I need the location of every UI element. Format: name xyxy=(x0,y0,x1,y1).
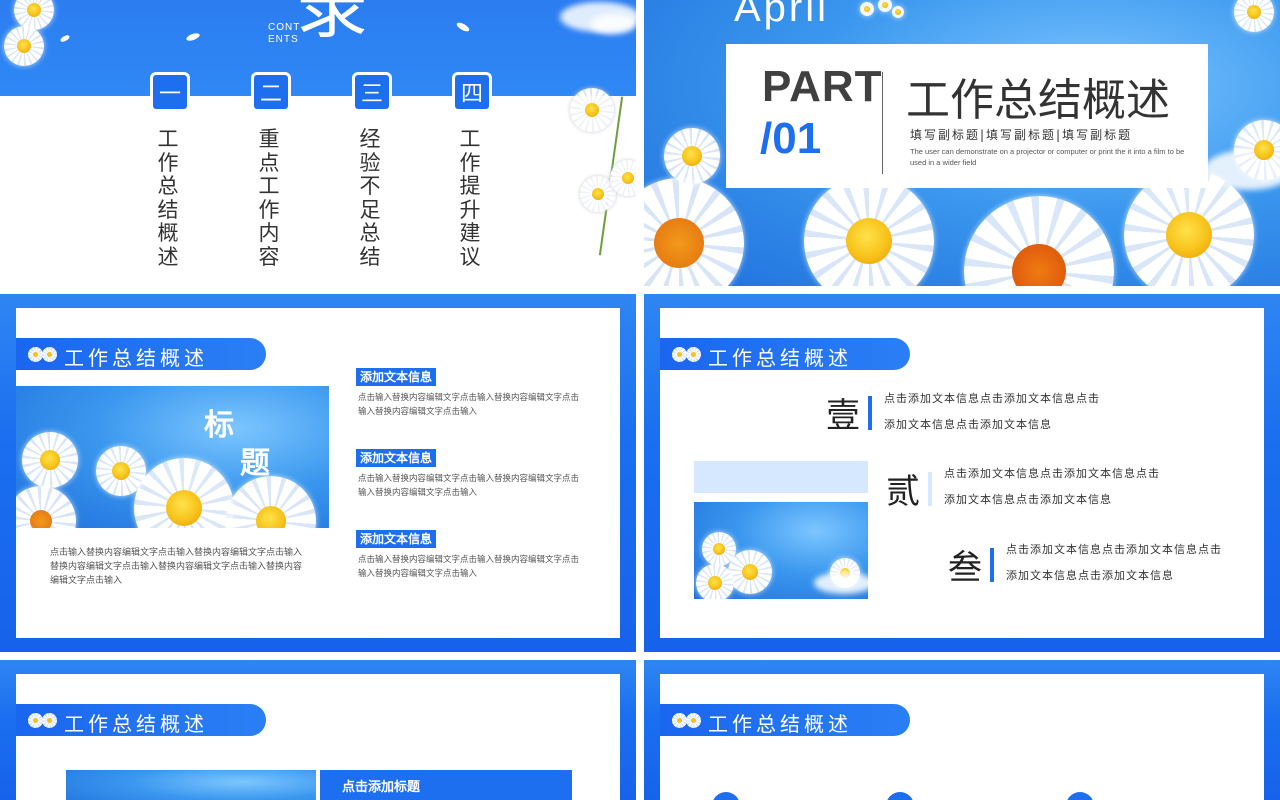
item-2-line-1[interactable]: 点击添加文本信息点击添加文本信息点击 xyxy=(944,461,1160,487)
content-frame: 工作总结概述 标 题 点击输入替换内容编辑文字点击输入替换内容编辑文字点击输入替… xyxy=(16,308,620,638)
flower-icon xyxy=(686,713,701,728)
left-body-text[interactable]: 点击输入替换内容编辑文字点击输入替换内容编辑文字点击输入替换内容编辑文字点击输入… xyxy=(50,546,306,588)
daisy-icon xyxy=(570,88,614,132)
heading-block: 点击添加标题 xyxy=(320,770,572,800)
image-title-1[interactable]: 标 xyxy=(204,400,234,444)
daisy-icon xyxy=(964,196,1114,286)
info-text-3[interactable]: 点击输入替换内容编辑文字点击输入替换内容编辑文字点击输入替换内容编辑文字点击输入 xyxy=(358,553,580,581)
image-block xyxy=(66,770,316,800)
step-number-2[interactable]: 2 xyxy=(886,792,914,800)
part-title[interactable]: 工作总结概述 xyxy=(906,64,1170,128)
part-card: PART /01 工作总结概述 填写副标题|填写副标题|填写副标题 The us… xyxy=(726,44,1208,188)
info-tag-2[interactable]: 添加文本信息 xyxy=(356,449,437,467)
contents-num-4[interactable]: 四 xyxy=(452,72,492,112)
flower-icon xyxy=(672,347,687,362)
section-title[interactable]: 工作总结概述 xyxy=(708,342,852,371)
contents-num-1[interactable]: 一 xyxy=(150,72,190,112)
section-title[interactable]: 工作总结概述 xyxy=(708,708,852,737)
part-label: PART xyxy=(762,62,883,111)
info-text-1[interactable]: 点击输入替换内容编辑文字点击输入替换内容编辑文字点击输入替换内容编辑文字点击输入 xyxy=(358,391,580,419)
section-header: 工作总结概述 xyxy=(660,338,910,370)
contents-item-1[interactable]: 工作总结概述 xyxy=(156,127,180,269)
step-number-3[interactable]: 3 xyxy=(1066,792,1094,800)
accent-bar xyxy=(928,472,932,506)
daisy-icon xyxy=(860,2,874,16)
part-subtitle[interactable]: 填写副标题|填写副标题|填写副标题 xyxy=(910,126,1132,143)
light-blue-block xyxy=(694,461,868,493)
slide-image-text[interactable]: 工作总结概述 标 题 点击输入替换内容编辑文字点击输入替换内容编辑文字点击输入替… xyxy=(0,294,636,652)
daisy-image xyxy=(694,502,868,599)
slide-contents[interactable]: CONT ENTS 录 一 二 三 四 工作总结概述 重点工作内容 经验不足总结… xyxy=(0,0,636,286)
section-title[interactable]: 工作总结概述 xyxy=(64,342,208,371)
daisy-icon xyxy=(878,0,892,12)
item-2-line-2[interactable]: 添加文本信息点击添加文本信息 xyxy=(944,487,1112,513)
accent-bar xyxy=(990,548,994,582)
section-header: 工作总结概述 xyxy=(16,338,266,370)
info-text-2[interactable]: 点击输入替换内容编辑文字点击输入替换内容编辑文字点击输入替换内容编辑文字点击输入 xyxy=(358,472,580,500)
flower-icon xyxy=(42,713,57,728)
contents-num-3[interactable]: 三 xyxy=(352,72,392,112)
daisy-icon xyxy=(4,26,44,66)
step-number-1[interactable]: 1 xyxy=(712,792,740,800)
daisy-icon xyxy=(1234,0,1274,32)
contents-num-2[interactable]: 二 xyxy=(251,72,291,112)
section-header: 工作总结概述 xyxy=(16,704,266,736)
item-1-line-2[interactable]: 添加文本信息点击添加文本信息 xyxy=(884,412,1052,438)
flower-icon xyxy=(686,347,701,362)
flower-icon xyxy=(672,713,687,728)
daisy-icon xyxy=(664,128,720,184)
slide-part-01[interactable]: April PART /01 工作总结概述 填写副标题|填写副标题|填写副标题 … xyxy=(644,0,1280,286)
info-tag-3[interactable]: 添加文本信息 xyxy=(356,530,437,548)
slide-numbered-list[interactable]: 工作总结概述 壹 点击添加文本信息点击添加文本信息点击 添加文本信息点击添加文本… xyxy=(644,294,1280,652)
contents-title-char: 录 xyxy=(296,0,369,48)
april-heading: April xyxy=(734,0,830,30)
content-frame: 工作总结概述 1 2 3 xyxy=(660,674,1264,800)
contents-item-3[interactable]: 经验不足总结 xyxy=(358,127,382,269)
title-image: 标 题 xyxy=(16,386,329,528)
flower-icon xyxy=(28,713,43,728)
num-char-1: 壹 xyxy=(826,396,860,436)
flower-icon xyxy=(28,347,43,362)
num-char-3: 叁 xyxy=(948,548,982,588)
info-tag-1[interactable]: 添加文本信息 xyxy=(356,368,437,386)
part-description[interactable]: The user can demonstrate on a projector … xyxy=(910,146,1200,168)
contents-item-4[interactable]: 工作提升建议 xyxy=(458,127,482,269)
header-band: CONT ENTS 录 xyxy=(0,0,636,96)
content-frame: 工作总结概述 点击添加标题 xyxy=(16,674,620,800)
item-3-line-2[interactable]: 添加文本信息点击添加文本信息 xyxy=(1006,563,1174,589)
accent-bar xyxy=(868,396,872,430)
divider xyxy=(882,72,883,174)
daisy-icon xyxy=(644,178,744,286)
section-header: 工作总结概述 xyxy=(660,704,910,736)
slide-heading-block[interactable]: 工作总结概述 点击添加标题 xyxy=(0,660,636,800)
slide-steps[interactable]: 工作总结概述 1 2 3 xyxy=(644,660,1280,800)
flower-icon xyxy=(42,347,57,362)
daisy-icon xyxy=(804,176,934,286)
content-frame: 工作总结概述 壹 点击添加文本信息点击添加文本信息点击 添加文本信息点击添加文本… xyxy=(660,308,1264,638)
heading-text[interactable]: 点击添加标题 xyxy=(342,776,420,795)
contents-item-2[interactable]: 重点工作内容 xyxy=(257,127,281,269)
image-title-2[interactable]: 题 xyxy=(240,438,270,482)
item-3-line-1[interactable]: 点击添加文本信息点击添加文本信息点击 xyxy=(1006,537,1222,563)
section-title[interactable]: 工作总结概述 xyxy=(64,708,208,737)
part-number: /01 xyxy=(760,114,822,163)
daisy-icon xyxy=(892,6,904,18)
item-1-line-1[interactable]: 点击添加文本信息点击添加文本信息点击 xyxy=(884,386,1100,412)
num-char-2: 贰 xyxy=(886,472,920,512)
